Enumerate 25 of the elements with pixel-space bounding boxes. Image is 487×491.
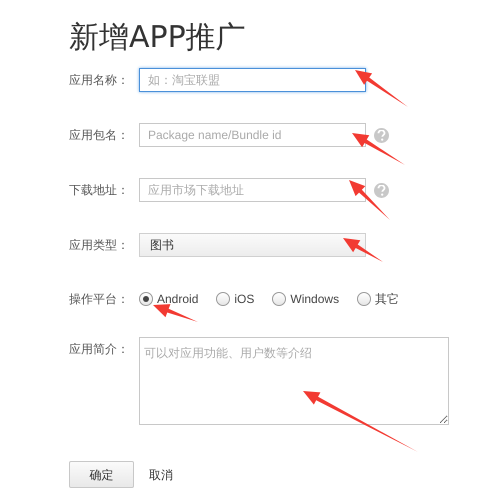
field-label: 操作平台： (69, 291, 130, 308)
field-label: 下载地址： (69, 182, 130, 199)
text-field[interactable]: 如：淘宝联盟 (139, 68, 366, 92)
annotation-arrow (349, 180, 390, 220)
field-label: 应用包名： (69, 127, 130, 144)
radio-option[interactable]: iOS (216, 290, 254, 308)
radio-option[interactable]: Android (139, 290, 198, 308)
help-icon[interactable] (374, 128, 389, 142)
text-field[interactable]: 应用市场下载地址 (139, 178, 366, 202)
cancel-link[interactable]: 取消 (149, 466, 173, 484)
field-label: 应用名称： (69, 72, 130, 89)
annotation-arrow (343, 238, 383, 262)
field-label: 应用简介： (69, 341, 130, 358)
field-label: 应用类型： (69, 237, 130, 254)
text-field[interactable]: Package name/Bundle id (139, 123, 366, 147)
annotation-arrow (355, 70, 408, 107)
confirm-button[interactable]: 确定 (69, 461, 134, 488)
annotation-arrow (352, 133, 405, 165)
help-icon[interactable] (374, 182, 389, 198)
radio-option[interactable]: 其它 (357, 290, 400, 308)
type-dropdown[interactable]: 图书 (139, 233, 366, 257)
description-field[interactable]: 可以对应用功能、用户数等介绍 (139, 337, 449, 425)
page-title: 新增APP推广 (69, 19, 246, 57)
radio-option[interactable]: Windows (272, 290, 340, 308)
annotation-arrow (153, 304, 198, 322)
